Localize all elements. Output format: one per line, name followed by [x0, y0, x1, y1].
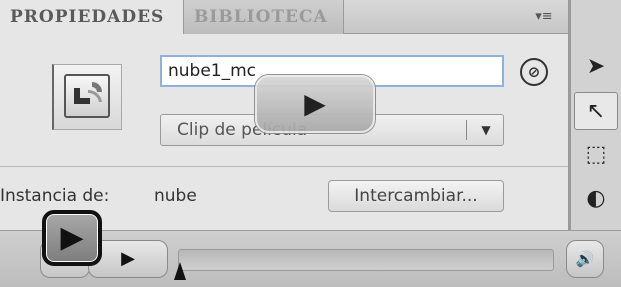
- subselection-tool-icon[interactable]: ↖: [574, 92, 618, 130]
- center-play-overlay-icon[interactable]: ▶: [255, 75, 375, 133]
- dropdown-arrow-icon[interactable]: ▼: [476, 118, 496, 142]
- corner-play-overlay-icon[interactable]: ▶: [42, 210, 102, 266]
- dropdown-separator: [466, 120, 467, 140]
- panel-menu-icon[interactable]: ▾≡: [528, 6, 560, 28]
- selection-tool-icon[interactable]: ➤: [574, 48, 618, 86]
- swap-button[interactable]: Intercambiar...: [328, 180, 504, 212]
- instance-of-label: Instancia de:: [0, 186, 110, 206]
- free-transform-tool-icon[interactable]: ⬚: [574, 136, 618, 174]
- tab-biblioteca[interactable]: BIBLIOTECA: [184, 0, 344, 34]
- seek-bar[interactable]: [178, 249, 554, 271]
- tab-propiedades[interactable]: PROPIEDADES: [0, 0, 184, 35]
- edit-symbol-icon[interactable]: ⊘: [520, 58, 548, 86]
- movie-clip-symbol-icon: [64, 74, 110, 118]
- seek-handle[interactable]: [174, 262, 186, 280]
- volume-button[interactable]: 🔊: [566, 240, 604, 278]
- section-divider: [0, 166, 568, 167]
- instance-of-value: nube: [154, 186, 197, 206]
- 3d-rotation-tool-icon[interactable]: ◐: [574, 180, 618, 218]
